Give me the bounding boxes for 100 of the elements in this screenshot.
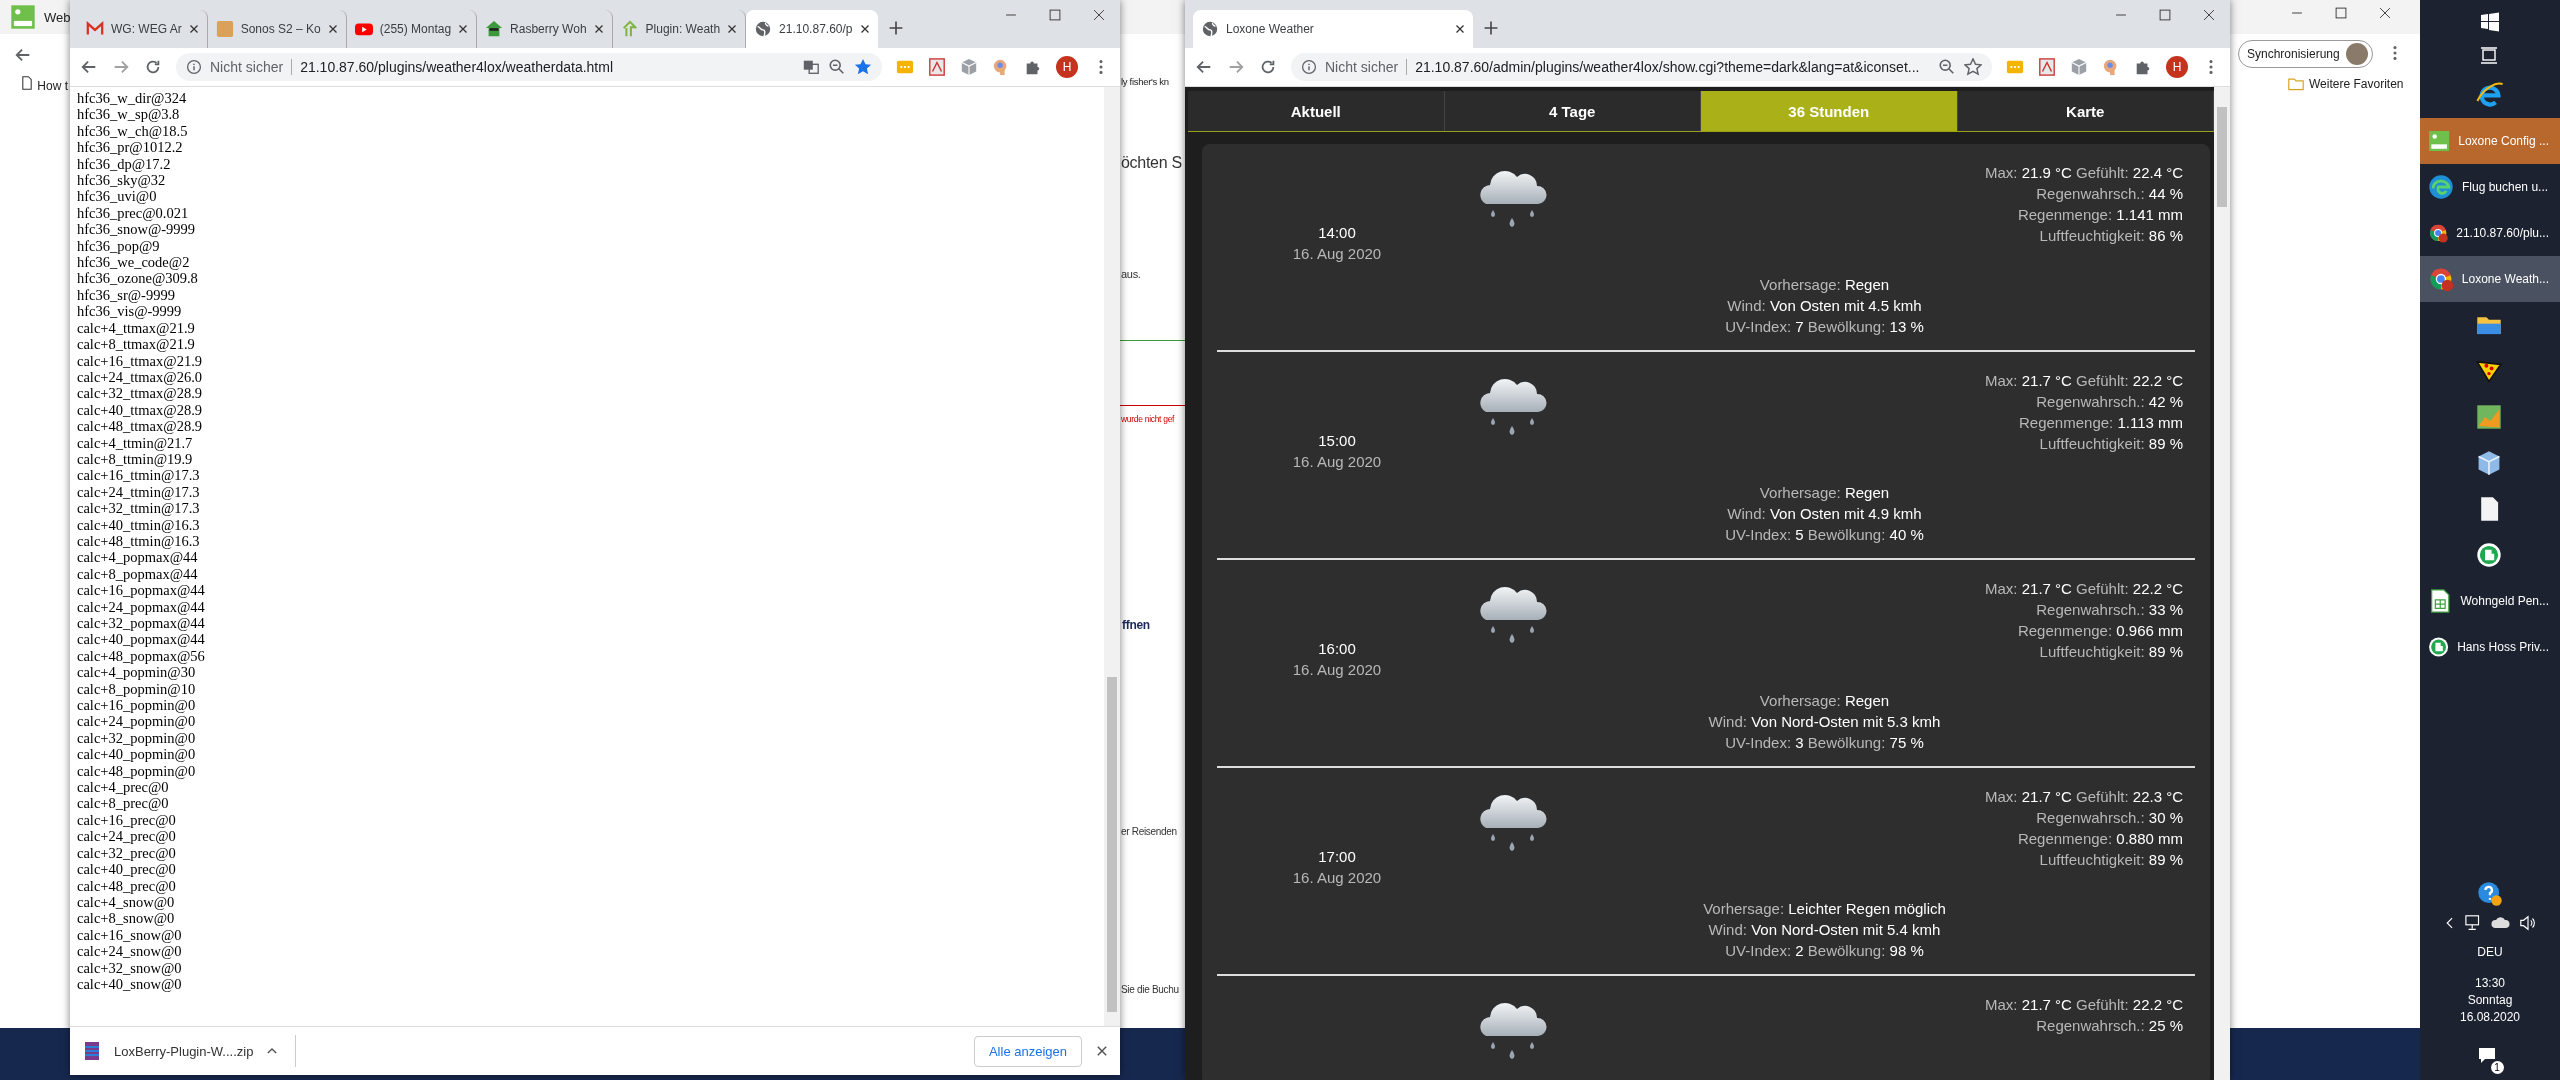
taskbar-item[interactable]: Loxone Config ... (2420, 118, 2560, 164)
bookmark-link[interactable]: How t (20, 76, 69, 93)
address-bar[interactable]: Nicht sicher 21.10.87.60/plugins/weather4lox/weatherdata.html (176, 53, 882, 81)
close-icon[interactable] (1455, 24, 1465, 34)
taskbar-item[interactable]: 21.10.87.60/plu... (2420, 210, 2560, 256)
detail-line: Vorhersage: Regen (1759, 483, 1890, 503)
data-line: calc+24_popmin@0 (77, 713, 197, 730)
profile-avatar[interactable]: H (2166, 56, 2188, 78)
data-line: calc+32_popmin@0 (77, 729, 197, 747)
forward-icon[interactable] (1227, 58, 1245, 76)
browser-tab[interactable]: 21.10.87.60/p (746, 10, 878, 48)
close-icon[interactable] (859, 24, 870, 34)
config-app-icon[interactable] (2428, 128, 2451, 154)
chat-icon (2476, 1046, 2497, 1066)
close-icon[interactable] (1096, 1045, 1108, 1057)
data-line: calc+32_popmax@44 (77, 615, 206, 632)
close-icon[interactable] (188, 24, 199, 34)
detail-line: Vorhersage: Leichter Regen möglich (1703, 899, 1946, 919)
close-icon[interactable] (2202, 8, 2216, 22)
help-icon[interactable] (2477, 881, 2503, 907)
pdf-icon[interactable] (2038, 58, 2056, 76)
data-line: hfc36_ozone@309.8 (77, 270, 199, 287)
taskbar-item[interactable]: Loxone Weath... (2420, 256, 2560, 302)
data-line: calc+24_ttmax@26.0 (77, 368, 203, 386)
tab-title[interactable]: Web (44, 9, 71, 25)
page-text: er Reisenden (1121, 826, 1177, 837)
data-line: calc+8_snow@0 (77, 910, 176, 927)
taskbar-item[interactable]: Flug buchen u... (2420, 164, 2560, 210)
zoom-icon[interactable] (1938, 58, 1956, 76)
speaker-icon[interactable] (2519, 914, 2537, 932)
reload-icon[interactable] (1259, 58, 1277, 76)
zoom-icon[interactable] (828, 58, 846, 76)
browser-tab[interactable]: Loxone Weather (1193, 10, 1473, 48)
stat-line: Max: 21.7 °C Gefühlt: 22.2 °C (1985, 579, 2183, 599)
data-line: hfc36_w_ch@18.5 (77, 122, 189, 140)
sync-button[interactable]: Synchronisierung (2238, 40, 2373, 68)
clock[interactable]: 13:30 Sonntag 16.08.2020 (2459, 975, 2521, 1026)
taskbar-item[interactable]: Hans Hoss Priv... (2420, 624, 2560, 670)
plus-icon[interactable] (887, 20, 904, 36)
browser-icon[interactable] (2428, 266, 2454, 292)
close-icon[interactable] (1092, 8, 1106, 22)
windows-icon[interactable] (2480, 12, 2500, 32)
stat-line: Regenmenge: 0.966 mm (2017, 621, 2183, 641)
globe-icon (1201, 20, 1219, 38)
download-item[interactable]: LoxBerry-Plugin-W....zip (82, 1035, 297, 1067)
taskbar-item[interactable]: Wohngeld Pen... (2420, 578, 2560, 624)
data-line: calc+48_prec@0 (77, 877, 177, 894)
data-line: hfc36_sr@-9999 (77, 286, 176, 304)
close-icon[interactable] (727, 24, 738, 34)
browser-icon[interactable] (2428, 174, 2454, 200)
task-view-icon[interactable] (2480, 46, 2500, 66)
page-icon[interactable] (20, 76, 34, 90)
data-line: hfc36_uvi@0 (77, 188, 158, 205)
forecast-time: 15:00 (1318, 431, 1356, 451)
star-icon[interactable] (1964, 58, 1982, 76)
scrollbar[interactable] (1104, 87, 1120, 1026)
maximize-icon[interactable] (1048, 8, 1062, 22)
translate-icon[interactable] (802, 58, 820, 76)
back-icon[interactable] (1195, 58, 1213, 76)
data-line: calc+8_ttmax@21.9 (77, 336, 196, 353)
scrollbar[interactable] (2214, 87, 2230, 1080)
star-icon[interactable] (854, 58, 872, 76)
stat-line: Regenwahrsch.: 42 % (2036, 392, 2183, 412)
stat-line: Regenmenge: 1.113 mm (2019, 413, 2183, 433)
data-line: hfc36_pr@1012.2 (77, 139, 184, 156)
language-indicator[interactable]: DEU (2477, 945, 2503, 959)
maximize-icon[interactable] (2158, 8, 2172, 22)
page-text: wurde nicht gef (1121, 414, 1175, 424)
stat-line: Luftfeuchtigkeit: 86 % (2039, 226, 2183, 246)
data-line: calc+48_ttmax@28.9 (77, 418, 203, 435)
profile-avatar[interactable]: H (1056, 56, 1078, 78)
address-bar[interactable]: Nicht sicher 21.10.87.60/admin/plugins/weather4lox/show.cgi?theme=dark&lang=at&iconset... (1291, 53, 1992, 81)
detail-line: UV-Index: 5 Bewölkung: 40 % (1725, 525, 1924, 545)
browser-icon[interactable] (2476, 80, 2504, 108)
data-line: calc+4_ttmax@21.9 (77, 319, 196, 337)
notification-button[interactable]: 1 (2476, 1046, 2504, 1074)
close-icon[interactable] (593, 24, 604, 34)
pdf-icon[interactable] (928, 58, 946, 76)
back-icon[interactable] (14, 46, 32, 64)
forward-icon[interactable] (112, 58, 130, 76)
detail-line: UV-Index: 2 Bewölkung: 98 % (1725, 941, 1924, 961)
maximize-icon[interactable] (2334, 6, 2348, 20)
page-text: öchten S (1121, 154, 1182, 172)
forecast-date: 16. Aug 2020 (1292, 452, 1382, 472)
pizza-icon[interactable] (2475, 358, 2502, 384)
plus-icon[interactable] (1483, 20, 1499, 36)
close-icon[interactable] (458, 24, 469, 34)
data-line: calc+4_prec@0 (77, 779, 170, 796)
close-icon[interactable] (327, 24, 338, 34)
stat-line: Regenmenge: 1.141 mm (2017, 205, 2183, 225)
detail-line: Wind: Von Nord-Osten mit 5.4 kmh (1708, 920, 1941, 940)
back-icon[interactable] (80, 58, 98, 76)
chart-icon[interactable] (2475, 404, 2502, 430)
bookmark-link[interactable]: ly fisher's kn (1121, 76, 1169, 87)
show-all-button[interactable]: Alle anzeigen (973, 1035, 1082, 1067)
data-line: calc+16_prec@0 (77, 811, 177, 829)
close-icon[interactable] (2378, 6, 2392, 20)
favorites-folder[interactable]: Weitere Favoriten (2288, 76, 2404, 92)
data-line: calc+40_popmin@0 (77, 746, 197, 763)
reload-icon[interactable] (144, 58, 162, 76)
